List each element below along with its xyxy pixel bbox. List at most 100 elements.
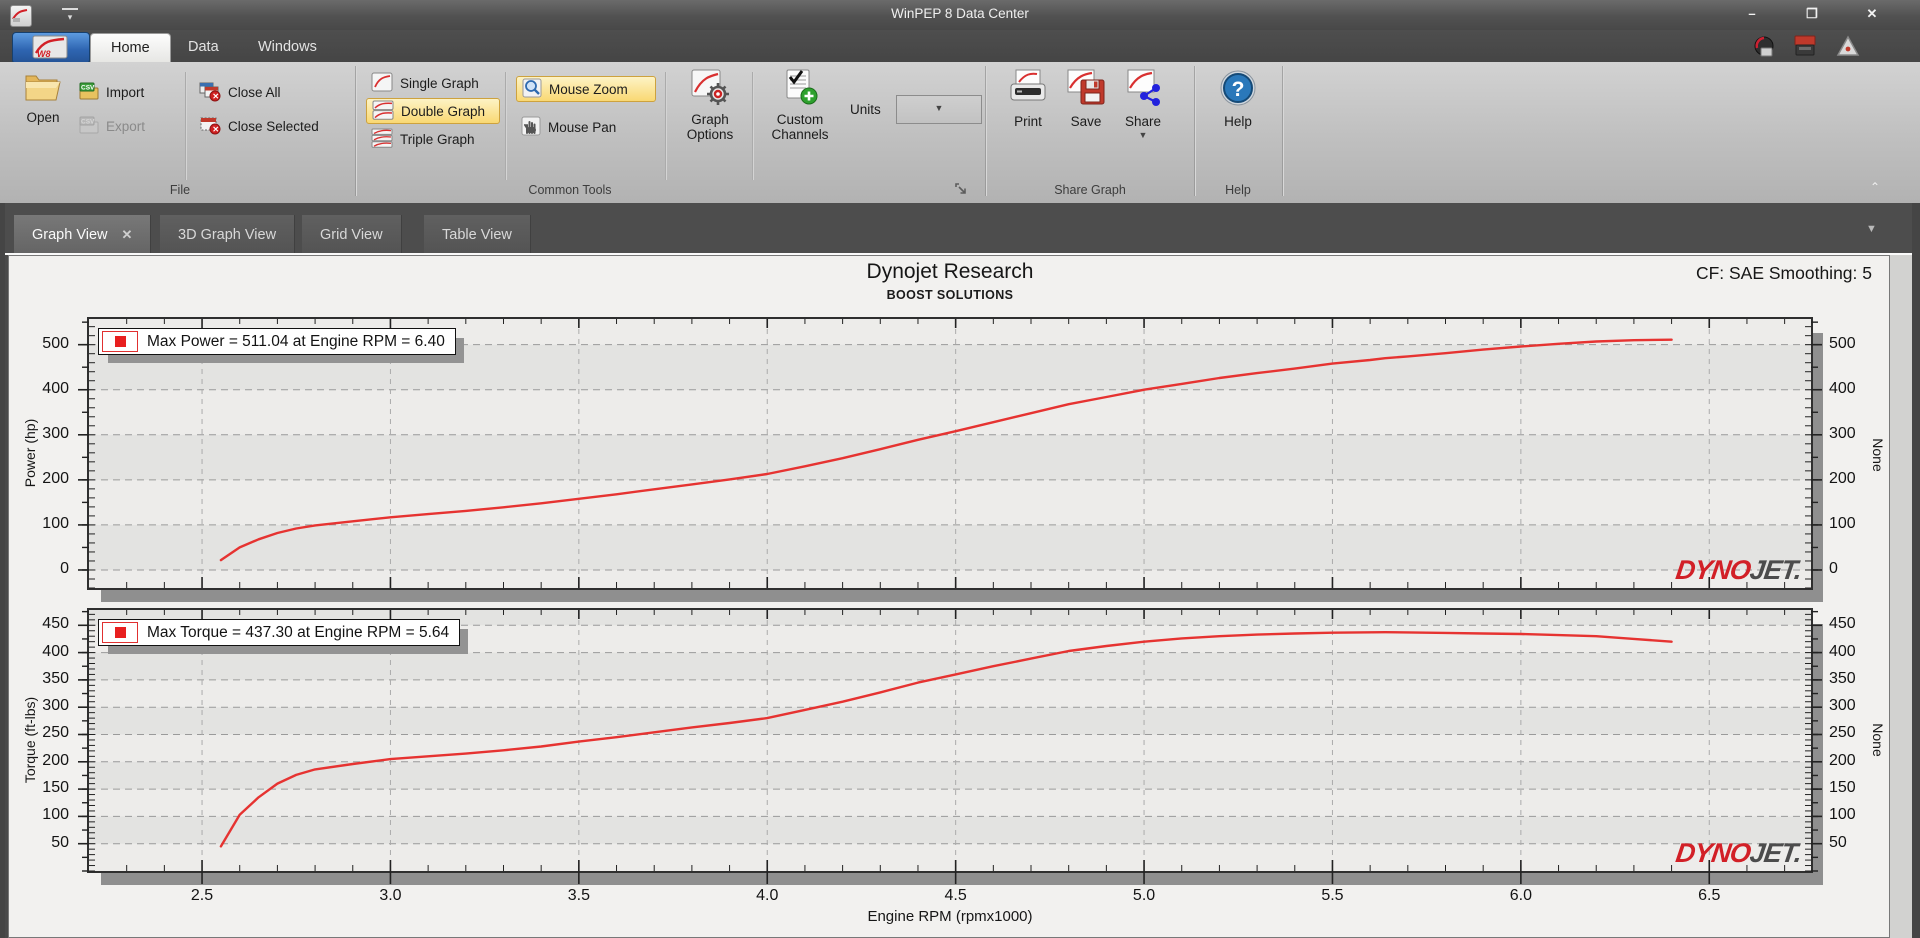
ribbon-tab-row: W8 Home Data Windows: [0, 30, 1920, 64]
dynojet-watermark: DYNOJET.: [1673, 555, 1804, 585]
torque-ytick-label: 100: [42, 806, 69, 824]
collapse-ribbon-button[interactable]: ⌃: [1862, 178, 1888, 196]
triple-graph-button[interactable]: Triple Graph: [366, 126, 500, 152]
single-graph-button[interactable]: Single Graph: [366, 70, 500, 96]
file-group-label: File: [169, 183, 191, 197]
save-label: Save: [1070, 114, 1102, 129]
file-group-divider: [185, 72, 186, 180]
print-button[interactable]: Print: [1000, 68, 1056, 129]
x-axis-title: Engine RPM (rpmx1000): [867, 908, 1033, 925]
group-separator: [1194, 66, 1195, 196]
torque-right-ytick-label: 150: [1829, 779, 1856, 797]
torque-ytick-label: 50: [51, 833, 69, 851]
torque-legend: Max Torque = 437.30 at Engine RPM = 5.64: [98, 619, 461, 646]
share-dropdown-icon[interactable]: ▼: [1116, 130, 1170, 140]
csv-import-icon: CSV: [78, 81, 100, 104]
open-button[interactable]: Open: [16, 70, 70, 125]
common-tools-divider: [505, 72, 506, 180]
legend-swatch: [102, 331, 138, 352]
torque-ytick-label: 250: [42, 724, 69, 742]
help-button[interactable]: ? Help: [1212, 68, 1264, 129]
torque-right-ytick-label: 200: [1829, 751, 1856, 769]
power-legend: Max Power = 511.04 at Engine RPM = 6.40: [98, 328, 456, 355]
window-title: WinPEP 8 Data Center: [891, 6, 1029, 21]
export-label: Export: [106, 118, 146, 134]
ribbon: Open CSV Import CSV Export ✕ Close All ✕…: [0, 62, 1920, 204]
scrollbar-gutter[interactable]: [1890, 255, 1912, 938]
view-tab-strip: Graph View ✕ 3D Graph View Grid View Tabl…: [0, 203, 1920, 255]
close-button[interactable]: ✕: [1855, 4, 1889, 24]
maximize-button[interactable]: ❐: [1795, 4, 1829, 24]
import-label: Import: [106, 84, 145, 100]
power-ytick-label: 500: [42, 334, 69, 352]
torque-right-ytick-label: 100: [1829, 806, 1856, 824]
tab-graph-view-label: Graph View: [32, 227, 108, 243]
power-chart[interactable]: Max Power = 511.04 at Engine RPM = 6.40 …: [78, 317, 1822, 590]
ribbon-tab-home[interactable]: Home: [90, 33, 171, 63]
tab-3d-graph-view[interactable]: 3D Graph View: [160, 215, 296, 255]
units-dropdown[interactable]: ▼: [896, 95, 982, 124]
dialog-launcher-icon[interactable]: [955, 183, 968, 196]
group-separator: [985, 66, 986, 196]
common-tools-divider2: [665, 72, 666, 180]
torque-right-ytick-label: 450: [1829, 615, 1856, 633]
close-selected-icon: ✕: [198, 114, 222, 139]
custom-channels-button[interactable]: Custom Channels: [760, 68, 840, 142]
import-button[interactable]: CSV Import: [78, 80, 144, 104]
svg-text:W8: W8: [37, 49, 51, 59]
ribbon-tab-windows[interactable]: Windows: [238, 33, 337, 62]
graph-options-button[interactable]: Graph Options: [674, 68, 746, 142]
torque-ytick-label: 300: [42, 697, 69, 715]
power-ytick-label: 300: [42, 424, 69, 442]
torque-right-ytick-label: 250: [1829, 724, 1856, 742]
svg-text:CSV: CSV: [81, 118, 95, 125]
xtick-label: 4.5: [944, 887, 967, 904]
xtick-label: 6.0: [1509, 887, 1532, 904]
title-bar: ▾ WinPEP 8 Data Center – ❐ ✕: [0, 0, 1920, 30]
torque-chart[interactable]: Max Torque = 437.30 at Engine RPM = 5.64…: [78, 608, 1822, 884]
share-graph-group-label: Share Graph: [1054, 183, 1126, 197]
power-right-ytick-label: 100: [1829, 514, 1856, 532]
power-plot-svg: [78, 319, 1822, 589]
triangle-badge-icon[interactable]: [1836, 34, 1860, 63]
close-all-button[interactable]: ✕ Close All: [198, 80, 281, 104]
mouse-pan-button[interactable]: Mouse Pan: [516, 114, 656, 140]
tab-overflow-icon[interactable]: ▼: [1866, 223, 1877, 235]
torque-ytick-label: 150: [42, 779, 69, 797]
csv-export-icon: CSV: [78, 115, 100, 138]
save-button[interactable]: Save: [1060, 68, 1112, 129]
graph-subtitle: BOOST SOLUTIONS: [886, 288, 1014, 302]
mouse-zoom-button[interactable]: Mouse Zoom: [516, 76, 656, 102]
share-button[interactable]: Share ▼: [1116, 68, 1170, 140]
legend-swatch: [102, 622, 138, 643]
double-graph-icon: [372, 100, 394, 123]
close-all-label: Close All: [228, 84, 281, 100]
chevron-down-icon: ▼: [934, 103, 944, 113]
tab-table-view[interactable]: Table View: [424, 215, 531, 255]
helmet-gauge-icon[interactable]: [1752, 34, 1776, 63]
xtick-label: 2.5: [190, 887, 214, 904]
units-label: Units: [850, 102, 881, 117]
svg-text:?: ?: [1232, 78, 1245, 101]
double-graph-button[interactable]: Double Graph: [366, 98, 500, 124]
minimize-button[interactable]: –: [1735, 4, 1769, 24]
export-button[interactable]: CSV Export: [78, 114, 145, 138]
mouse-pan-label: Mouse Pan: [548, 119, 617, 135]
magnifier-icon: [522, 78, 542, 101]
close-selected-button[interactable]: ✕ Close Selected: [198, 114, 319, 138]
close-all-icon: ✕: [198, 80, 222, 105]
tab-close-icon[interactable]: ✕: [122, 227, 133, 242]
triple-graph-icon: [371, 128, 393, 151]
tab-grid-view[interactable]: Grid View: [302, 215, 402, 255]
power-ytick-label: 400: [42, 379, 69, 397]
power-legend-text: Max Power = 511.04 at Engine RPM = 6.40: [147, 332, 445, 350]
double-graph-label: Double Graph: [401, 103, 486, 119]
torque-ytick-label: 400: [42, 642, 69, 660]
application-button[interactable]: W8: [12, 32, 90, 64]
dyno-device-icon[interactable]: [1792, 34, 1818, 63]
help-label: Help: [1224, 114, 1252, 129]
single-graph-icon: [371, 72, 393, 95]
hand-icon: [521, 116, 541, 139]
tab-graph-view[interactable]: Graph View ✕: [14, 215, 152, 255]
ribbon-tab-data[interactable]: Data: [168, 33, 239, 62]
